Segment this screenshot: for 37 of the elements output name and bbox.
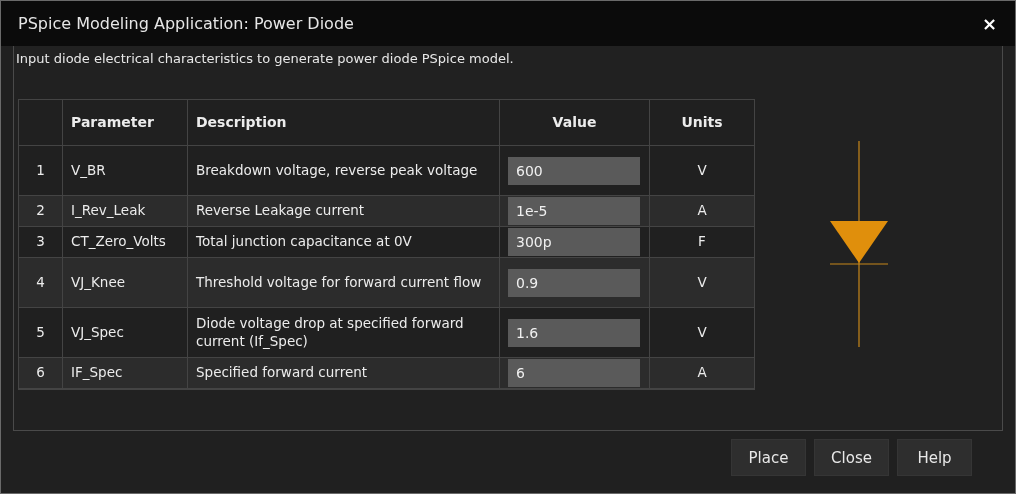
parameter-cell: I_Rev_Leak [63, 196, 188, 227]
dialog-button[interactable]: Close [814, 439, 889, 476]
instruction-text: Input diode electrical characteristics to generate power diode PSpice model. [16, 51, 515, 66]
units-cell: A [650, 196, 755, 227]
parameter-cell: VJ_Spec [63, 308, 188, 358]
description-cell: Diode voltage drop at specified forward current (If_Spec) [188, 308, 500, 358]
dialog-button[interactable]: Help [897, 439, 972, 476]
value-field[interactable]: 1e-5 [508, 197, 640, 225]
description-cell: Breakdown voltage, reverse peak voltage [188, 146, 500, 196]
description-cell: Reverse Leakage current [188, 196, 500, 227]
value-field[interactable]: 0.9 [508, 268, 640, 297]
value-field[interactable]: 6 [508, 359, 640, 387]
parameter-cell: CT_Zero_Volts [63, 227, 188, 258]
value-field[interactable]: 300p [508, 228, 640, 256]
description-cell: Specified forward current [188, 358, 500, 389]
description-cell: Total junction capacitance at 0V [188, 227, 500, 258]
description-cell: Threshold voltage for forward current flow [188, 258, 500, 308]
column-header: Parameter [63, 100, 188, 146]
row-number: 4 [19, 258, 63, 308]
units-cell: V [650, 258, 755, 308]
value-field[interactable]: 600 [508, 156, 640, 185]
parameter-cell: VJ_Knee [63, 258, 188, 308]
dialog-button[interactable]: Place [731, 439, 806, 476]
units-cell: A [650, 358, 755, 389]
row-number: 2 [19, 196, 63, 227]
parameter-cell: IF_Spec [63, 358, 188, 389]
row-number: 3 [19, 227, 63, 258]
parameter-cell: V_BR [63, 146, 188, 196]
column-header: Value [500, 100, 650, 146]
row-number: 6 [19, 358, 63, 389]
window-title: PSpice Modeling Application: Power Diode [18, 14, 354, 33]
row-number: 5 [19, 308, 63, 358]
column-header: Description [188, 100, 500, 146]
row-number: 1 [19, 146, 63, 196]
close-button[interactable]: × [981, 13, 997, 34]
value-field[interactable]: 1.6 [508, 318, 640, 347]
diode-symbol-icon [827, 141, 890, 347]
